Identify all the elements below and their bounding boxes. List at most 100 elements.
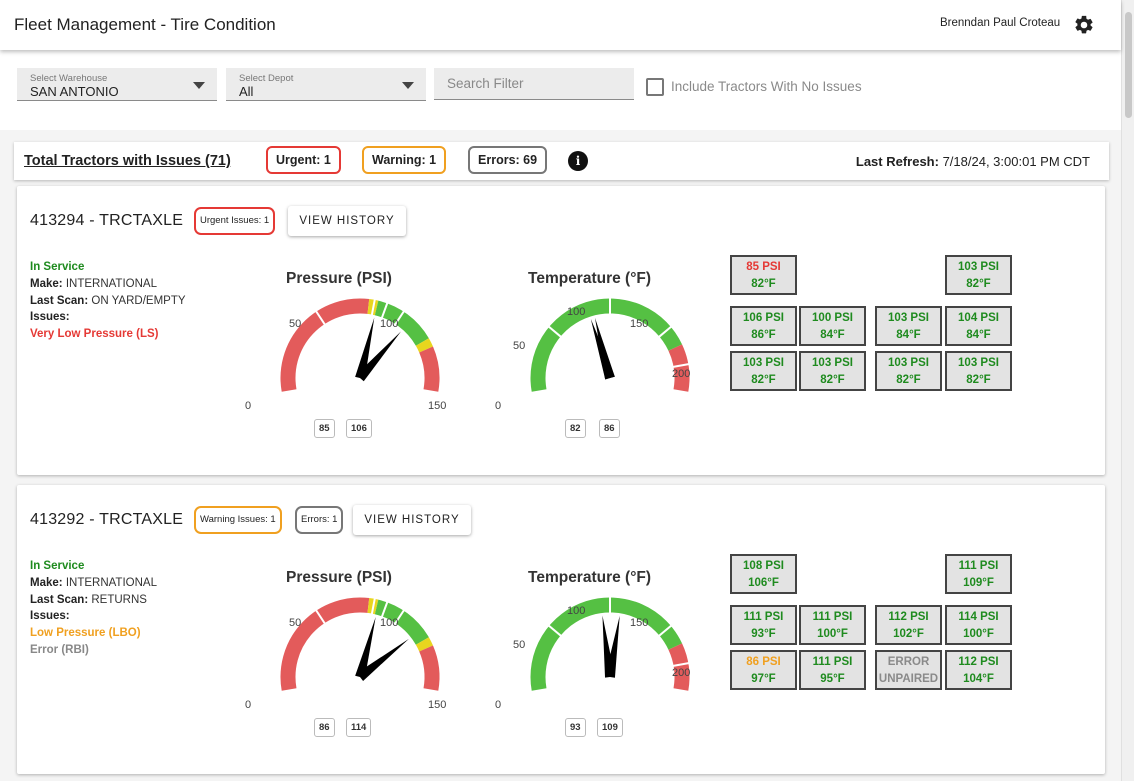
temperature-min-value: 82 [565, 419, 586, 438]
tire-pressure: 85 PSI [746, 261, 781, 273]
temperature-min-value: 93 [565, 718, 586, 737]
tire-temperature: 82°F [820, 374, 845, 386]
warning-chip[interactable]: Warning: 1 [362, 146, 447, 174]
pressure-min-value: 86 [314, 718, 335, 737]
tire-temperature: 95°F [820, 673, 845, 685]
tire-temperature: 102°F [893, 628, 924, 640]
tire-box[interactable]: 114 PSI 100°F [945, 605, 1012, 645]
tire-pressure: 103 PSI [888, 357, 929, 369]
last-refresh-label: Last Refresh: [855, 154, 939, 169]
pressure-max-value: 114 [346, 718, 372, 737]
tire-box[interactable]: 103 PSI 82°F [875, 351, 942, 391]
urgent-chip[interactable]: Urgent: 1 [266, 146, 341, 174]
tire-temperature: 97°F [751, 673, 776, 685]
info-icon[interactable]: i [568, 151, 588, 171]
tire-pressure: 103 PSI [958, 261, 999, 273]
temperature-tick: 0 [495, 699, 502, 711]
gauge-band [415, 338, 433, 353]
make-value: INTERNATIONAL [65, 277, 157, 290]
user-name: Brenndan Paul Croteau [940, 17, 1061, 29]
tractor-card: 413294 - TRCTAXLE Urgent Issues: 1 VIEW … [17, 186, 1105, 475]
tire-box[interactable]: 112 PSI 104°F [945, 650, 1012, 690]
tire-temperature: 82°F [751, 374, 776, 386]
tire-box[interactable]: 103 PSI 84°F [875, 306, 942, 346]
pressure-tick: 0 [245, 400, 252, 412]
tire-temperature: 82°F [966, 278, 991, 290]
tire-pressure: 111 PSI [812, 611, 853, 623]
temperature-tick: 200 [672, 667, 691, 679]
tire-box[interactable]: 100 PSI 84°F [799, 306, 866, 346]
chevron-down-icon [402, 82, 414, 89]
tire-pressure: 111 PSI [812, 656, 853, 668]
depot-select-label: Select Depot [239, 73, 294, 84]
tire-temperature: 82°F [896, 374, 921, 386]
tire-box[interactable]: 104 PSI 84°F [945, 306, 1012, 346]
last-scan-value: RETURNS [91, 593, 147, 606]
make-value: INTERNATIONAL [65, 576, 157, 589]
temperature-max-value: 109 [597, 718, 623, 737]
tractor-title: 413292 - TRCTAXLE [30, 511, 184, 528]
tire-temperature: 100°F [963, 628, 994, 640]
service-status: In Service [30, 560, 85, 572]
temperature-tick: 50 [513, 639, 526, 651]
tire-box[interactable]: ERROR UNPAIRED [875, 650, 942, 690]
tire-pressure: 114 PSI [958, 611, 999, 623]
view-history-button[interactable]: VIEW HISTORY [288, 206, 406, 236]
tire-temperature: 100°F [817, 628, 848, 640]
scrollbar[interactable] [1121, 0, 1134, 781]
tire-box[interactable]: 106 PSI 86°F [730, 306, 797, 346]
pressure-tick: 150 [428, 699, 447, 711]
app-bar: Fleet Management - Tire Condition Brennd… [0, 0, 1121, 50]
search-input[interactable] [434, 68, 634, 100]
gauge-band [419, 346, 440, 392]
tractor-card: 413292 - TRCTAXLE Warning Issues: 1 Erro… [17, 485, 1105, 774]
tire-box[interactable]: 111 PSI 95°F [799, 650, 866, 690]
tractor-details: In Service Make: INTERNATIONAL Last Scan… [30, 558, 157, 659]
tire-box[interactable]: 103 PSI 82°F [945, 351, 1012, 391]
tire-pressure: ERROR [887, 656, 930, 668]
tire-box[interactable]: 112 PSI 102°F [875, 605, 942, 645]
tire-pressure: 103 PSI [888, 312, 929, 324]
gauge-band [419, 645, 440, 691]
temperature-gauge-title: Temperature (°F) [528, 569, 652, 586]
tire-box[interactable]: 86 PSI 97°F [730, 650, 797, 690]
include-no-issues-checkbox[interactable] [646, 78, 664, 96]
gear-icon[interactable] [1073, 14, 1095, 36]
tire-pressure: 103 PSI [958, 357, 999, 369]
temperature-tick: 150 [630, 318, 649, 330]
tire-box[interactable]: 111 PSI 93°F [730, 605, 797, 645]
warehouse-select[interactable]: Select Warehouse SAN ANTONIO [17, 68, 217, 101]
tire-box[interactable]: 103 PSI 82°F [799, 351, 866, 391]
summary-bar: Total Tractors with Issues (71) Urgent: … [14, 142, 1109, 180]
issues-label: Issues: [30, 610, 70, 623]
depot-select[interactable]: Select Depot All [226, 68, 426, 101]
tire-box[interactable]: 108 PSI 106°F [730, 554, 797, 594]
tire-pressure: 112 PSI [958, 656, 999, 668]
tire-box[interactable]: 103 PSI 82°F [730, 351, 797, 391]
urgent-issues-badge: Urgent Issues: 1 [194, 207, 276, 235]
view-history-button[interactable]: VIEW HISTORY [353, 505, 471, 535]
temperature-tick: 100 [567, 605, 586, 617]
tire-temperature: 109°F [963, 577, 994, 589]
tire-temperature: 93°F [751, 628, 776, 640]
tire-box[interactable]: 111 PSI 100°F [799, 605, 866, 645]
last-scan-value: ON YARD/EMPTY [91, 294, 186, 307]
warehouse-select-value: SAN ANTONIO [30, 84, 119, 99]
last-scan-label: Last Scan: [30, 294, 89, 307]
tire-box[interactable]: 111 PSI 109°F [945, 554, 1012, 594]
tractor-title: 413294 - TRCTAXLE [30, 212, 184, 229]
tire-pressure: 108 PSI [743, 560, 784, 572]
temperature-gauge [530, 297, 690, 392]
errors-chip[interactable]: Errors: 69 [468, 146, 548, 174]
tire-box[interactable]: 103 PSI 82°F [945, 255, 1012, 295]
tire-temperature: 82°F [751, 278, 776, 290]
temperature-tick: 200 [672, 368, 691, 380]
page-title: Fleet Management - Tire Condition [14, 15, 276, 34]
tire-box[interactable]: 85 PSI 82°F [730, 255, 797, 295]
temperature-tick: 150 [630, 617, 649, 629]
pressure-tick: 150 [428, 400, 447, 412]
temperature-tick: 0 [495, 400, 502, 412]
scrollbar-thumb[interactable] [1125, 12, 1132, 118]
pressure-tick: 0 [245, 699, 252, 711]
total-issues-link[interactable]: Total Tractors with Issues (71) [24, 153, 231, 169]
